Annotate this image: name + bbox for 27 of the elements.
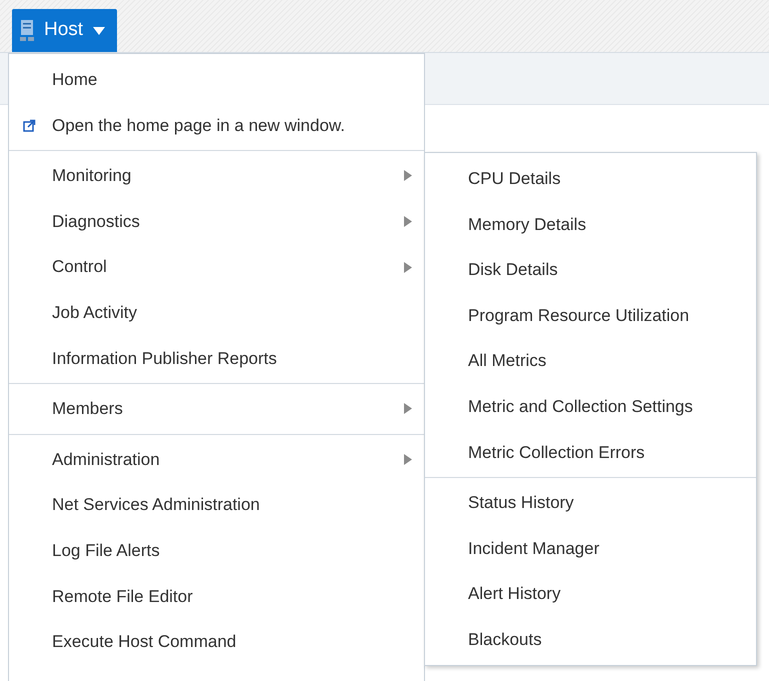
server-icon <box>20 20 34 42</box>
menu-item[interactable]: Execute Host Command <box>9 619 424 665</box>
submenu-item[interactable]: Alert History <box>425 571 756 617</box>
submenu-item[interactable]: Disk Details <box>425 247 756 293</box>
submenu-item[interactable]: Status History <box>425 480 756 526</box>
menu-item[interactable]: Open the home page in a new window. <box>9 102 424 148</box>
menu-item[interactable]: Remote File Editor <box>9 574 424 620</box>
submenu-item[interactable]: Program Resource Utilization <box>425 292 756 338</box>
menu-item[interactable]: Net Services Administration <box>9 482 424 528</box>
submenu-item[interactable]: Memory Details <box>425 202 756 248</box>
submenu-item[interactable]: Metric Collection Errors <box>425 430 756 476</box>
submenu-item[interactable]: Incident Manager <box>425 526 756 572</box>
new-window-icon <box>23 118 36 132</box>
submenu-item[interactable]: CPU Details <box>425 156 756 202</box>
submenu-item[interactable]: Blackouts <box>425 616 756 663</box>
caret-down-icon <box>93 26 106 34</box>
menu-item[interactable]: Monitoring <box>9 153 424 199</box>
menu-item[interactable]: Control <box>9 244 424 290</box>
menu-item[interactable]: Administration <box>9 436 424 482</box>
menu-item[interactable]: Members <box>9 386 424 432</box>
submenu-item[interactable]: All Metrics <box>425 338 756 384</box>
menu-item[interactable]: Information Publisher Reports <box>9 336 424 382</box>
menu-item[interactable]: Job Activity <box>9 290 424 336</box>
submenu-item[interactable]: Metric and Collection Settings <box>425 384 756 430</box>
menu-item[interactable]: Diagnostics <box>9 198 424 244</box>
host-menu-button[interactable]: Host <box>12 9 117 52</box>
menu-item[interactable]: Log File Alerts <box>9 528 424 574</box>
